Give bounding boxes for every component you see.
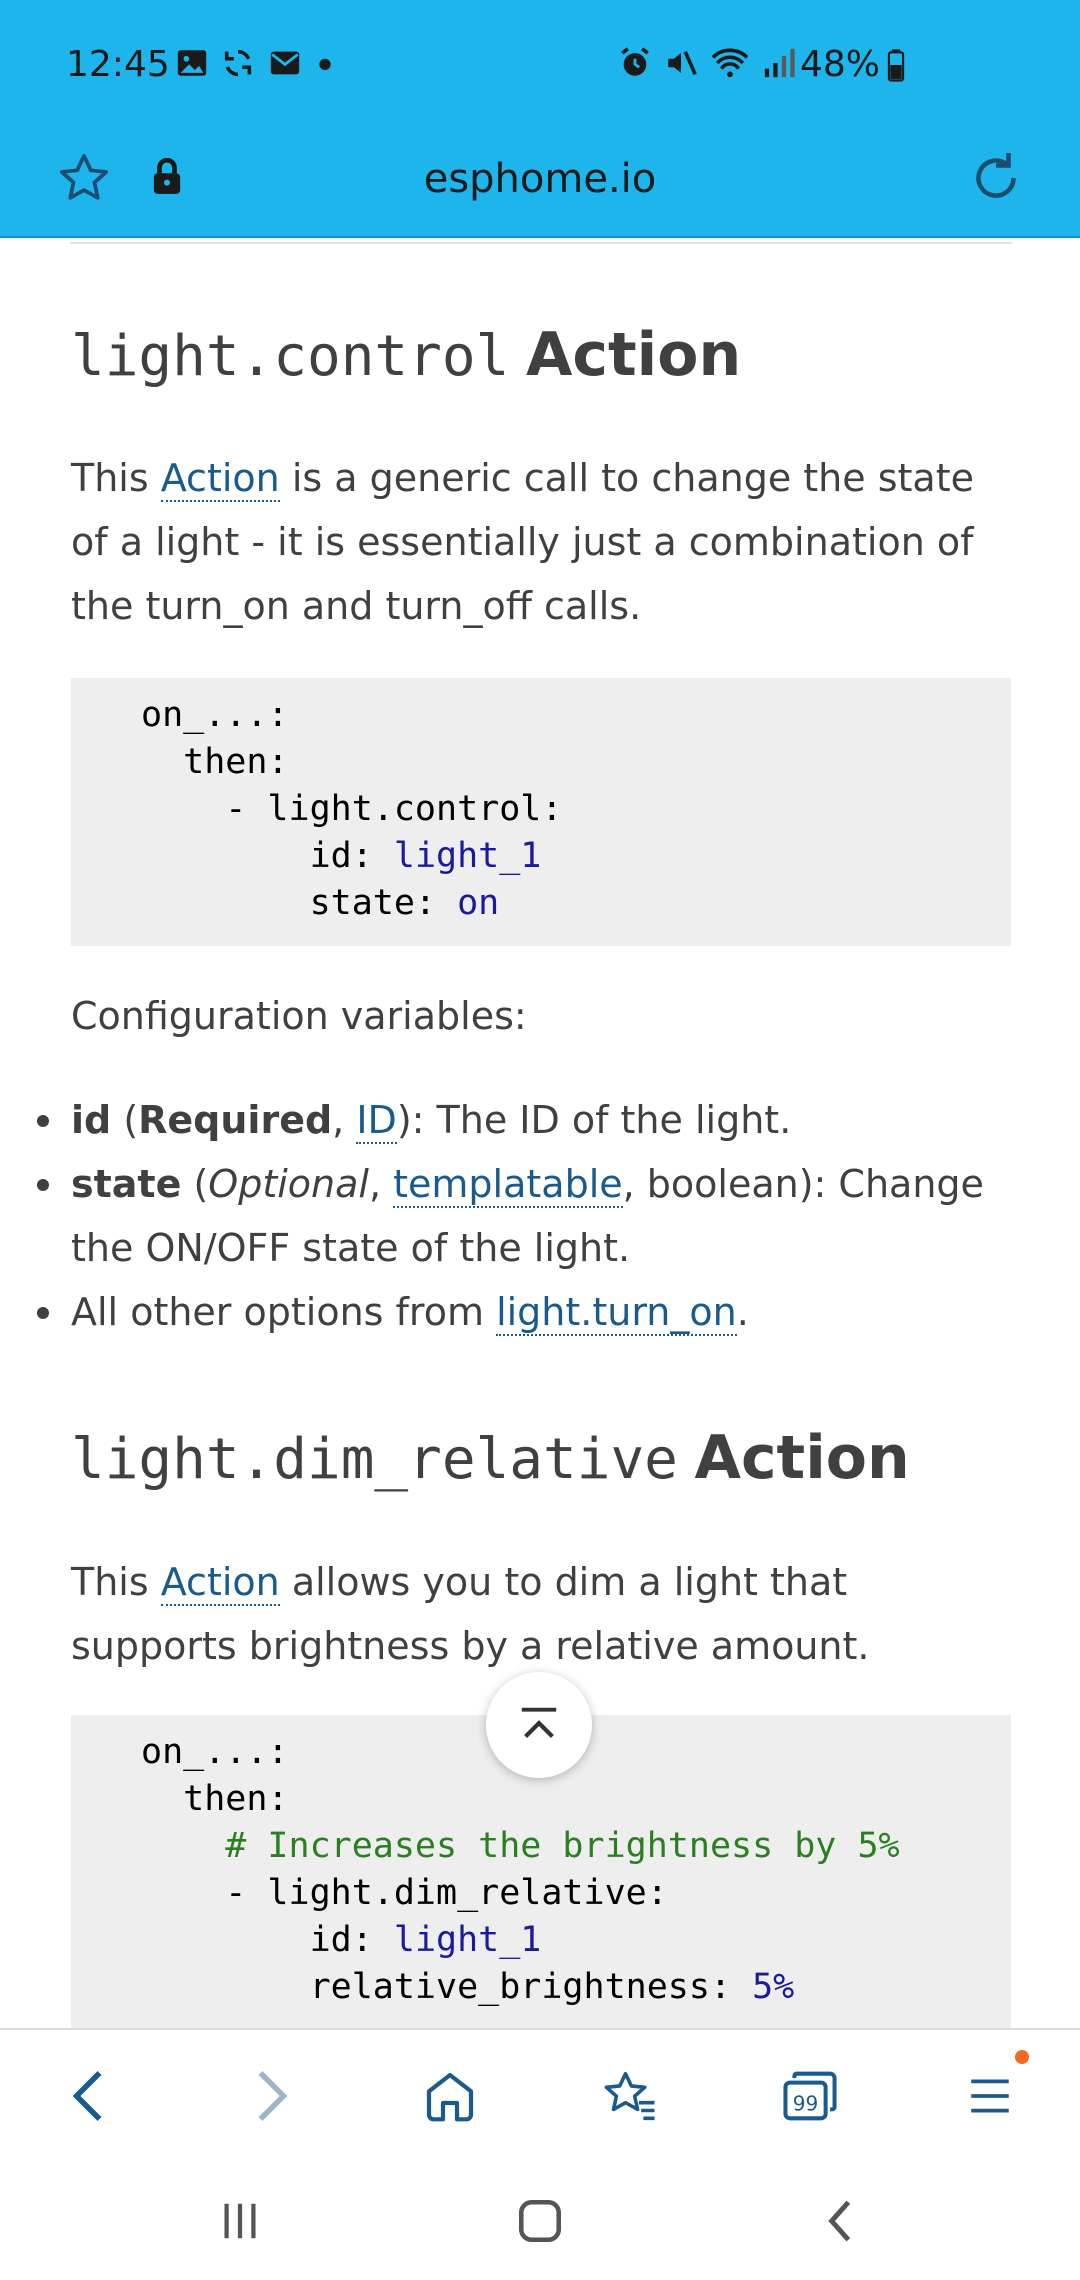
config-label: Configuration variables: [71,994,527,1038]
light-turn-on-link[interactable]: light.turn_on [496,1290,737,1336]
notification-icons [175,46,335,80]
code-comment: # Increases the brightness by 5% [141,1826,900,1866]
mail-icon [270,51,300,75]
signal-icon [764,48,795,78]
option-optional: Optional [208,1162,369,1206]
option-name: id [71,1098,112,1142]
status-bar: 12:45 48% [0,0,1080,136]
code-line: on_...: [141,1732,289,1772]
bookmarks-icon [604,2071,655,2121]
code-value: light_1 [393,836,542,876]
option-text: ( [181,1162,209,1206]
option-name: state [71,1162,182,1206]
list-item: state (Optional, templatable, boolean): … [37,1152,1031,1280]
templatable-link[interactable]: templatable [393,1162,623,1208]
wifi-icon [711,48,749,78]
code-key: state: [141,883,458,923]
mute-icon [668,50,697,76]
forward-icon [258,2071,288,2121]
home-icon [426,2072,474,2122]
system-nav-bar [0,2158,1080,2280]
code-value: 5% [752,1967,795,2007]
section-heading-dim-relative: light.dim_relative Action [71,1423,910,1493]
code-line: then: [141,1779,289,1819]
list-item: All other options from light.turn_on. [37,1280,1031,1344]
id-link[interactable]: ID [356,1098,397,1144]
code-key: id: [141,836,394,876]
option-text: ( [111,1098,139,1142]
option-text: All other options from [71,1290,497,1334]
option-text: ): The ID of the light. [396,1098,792,1142]
back-button[interactable] [48,2056,128,2136]
home-nav-icon [518,2199,562,2243]
heading-word: Action [525,320,742,390]
code-line: on_...: [141,695,289,735]
section-intro: This Action allows you to dim a light th… [71,1550,1011,1678]
code-key: relative_brightness: [141,1967,753,2007]
code-value: on [457,883,500,923]
battery-percent: 48% [800,44,881,85]
image-icon [177,50,207,76]
intro-text: This [71,456,161,500]
code-value: light_1 [393,1920,542,1960]
forward-button[interactable] [232,2056,312,2136]
code-block: on_...: then: - light.control: id: light… [71,678,1011,946]
alarm-icon [621,47,649,76]
tabs-button[interactable]: 99 [770,2056,850,2136]
browser-bottom-bar: 99 [0,2028,1080,2160]
chevron-up-icon [521,1707,557,1738]
scroll-to-top-button[interactable] [486,1672,592,1778]
notification-dot [1015,2050,1029,2064]
back-icon [72,2071,102,2121]
code-line: then: [141,742,289,782]
list-item: id (Required, ID): The ID of the light. [37,1088,1031,1152]
option-required: Required [138,1098,333,1142]
code-line: - light.control: [141,789,563,829]
heading-code: light.dim_relative [71,1427,678,1492]
dot-icon [319,58,331,71]
recents-icon [224,2203,256,2239]
code-key: id: [141,1920,394,1960]
url-bar[interactable]: esphome.io [0,156,1080,202]
bookmarks-button[interactable] [590,2056,670,2136]
option-text: , [368,1162,394,1206]
action-link[interactable]: Action [160,456,280,502]
option-text: , [332,1098,357,1142]
battery-status: 48% [800,44,906,85]
battery-icon [887,48,905,82]
menu-icon [971,2079,1009,2113]
section-heading-light-control: light.control Action [71,320,741,390]
browser-toolbar: esphome.io [0,136,1080,238]
reload-icon[interactable] [966,148,1026,208]
back-nav-button[interactable] [800,2186,880,2256]
action-link[interactable]: Action [160,1560,280,1606]
tabs-icon: 99 [783,2071,837,2121]
system-icons [618,46,796,80]
heading-word: Action [694,1423,910,1493]
menu-button[interactable] [950,2056,1030,2136]
recents-button[interactable] [200,2186,280,2256]
back-nav-icon [828,2200,851,2242]
options-list: id (Required, ID): The ID of the light. … [37,1088,1031,1344]
tabs-count: 99 [793,2092,819,2116]
home-nav-button[interactable] [500,2186,580,2256]
section-intro: This Action is a generic call to change … [71,446,1011,638]
sync-icon [224,49,252,77]
home-button[interactable] [410,2056,490,2136]
code-line: - light.dim_relative: [141,1873,668,1913]
option-text: . [736,1290,749,1334]
divider [70,238,1012,244]
heading-code: light.control [71,324,510,389]
intro-text: This [71,1560,161,1604]
status-time: 12:45 [66,44,170,85]
